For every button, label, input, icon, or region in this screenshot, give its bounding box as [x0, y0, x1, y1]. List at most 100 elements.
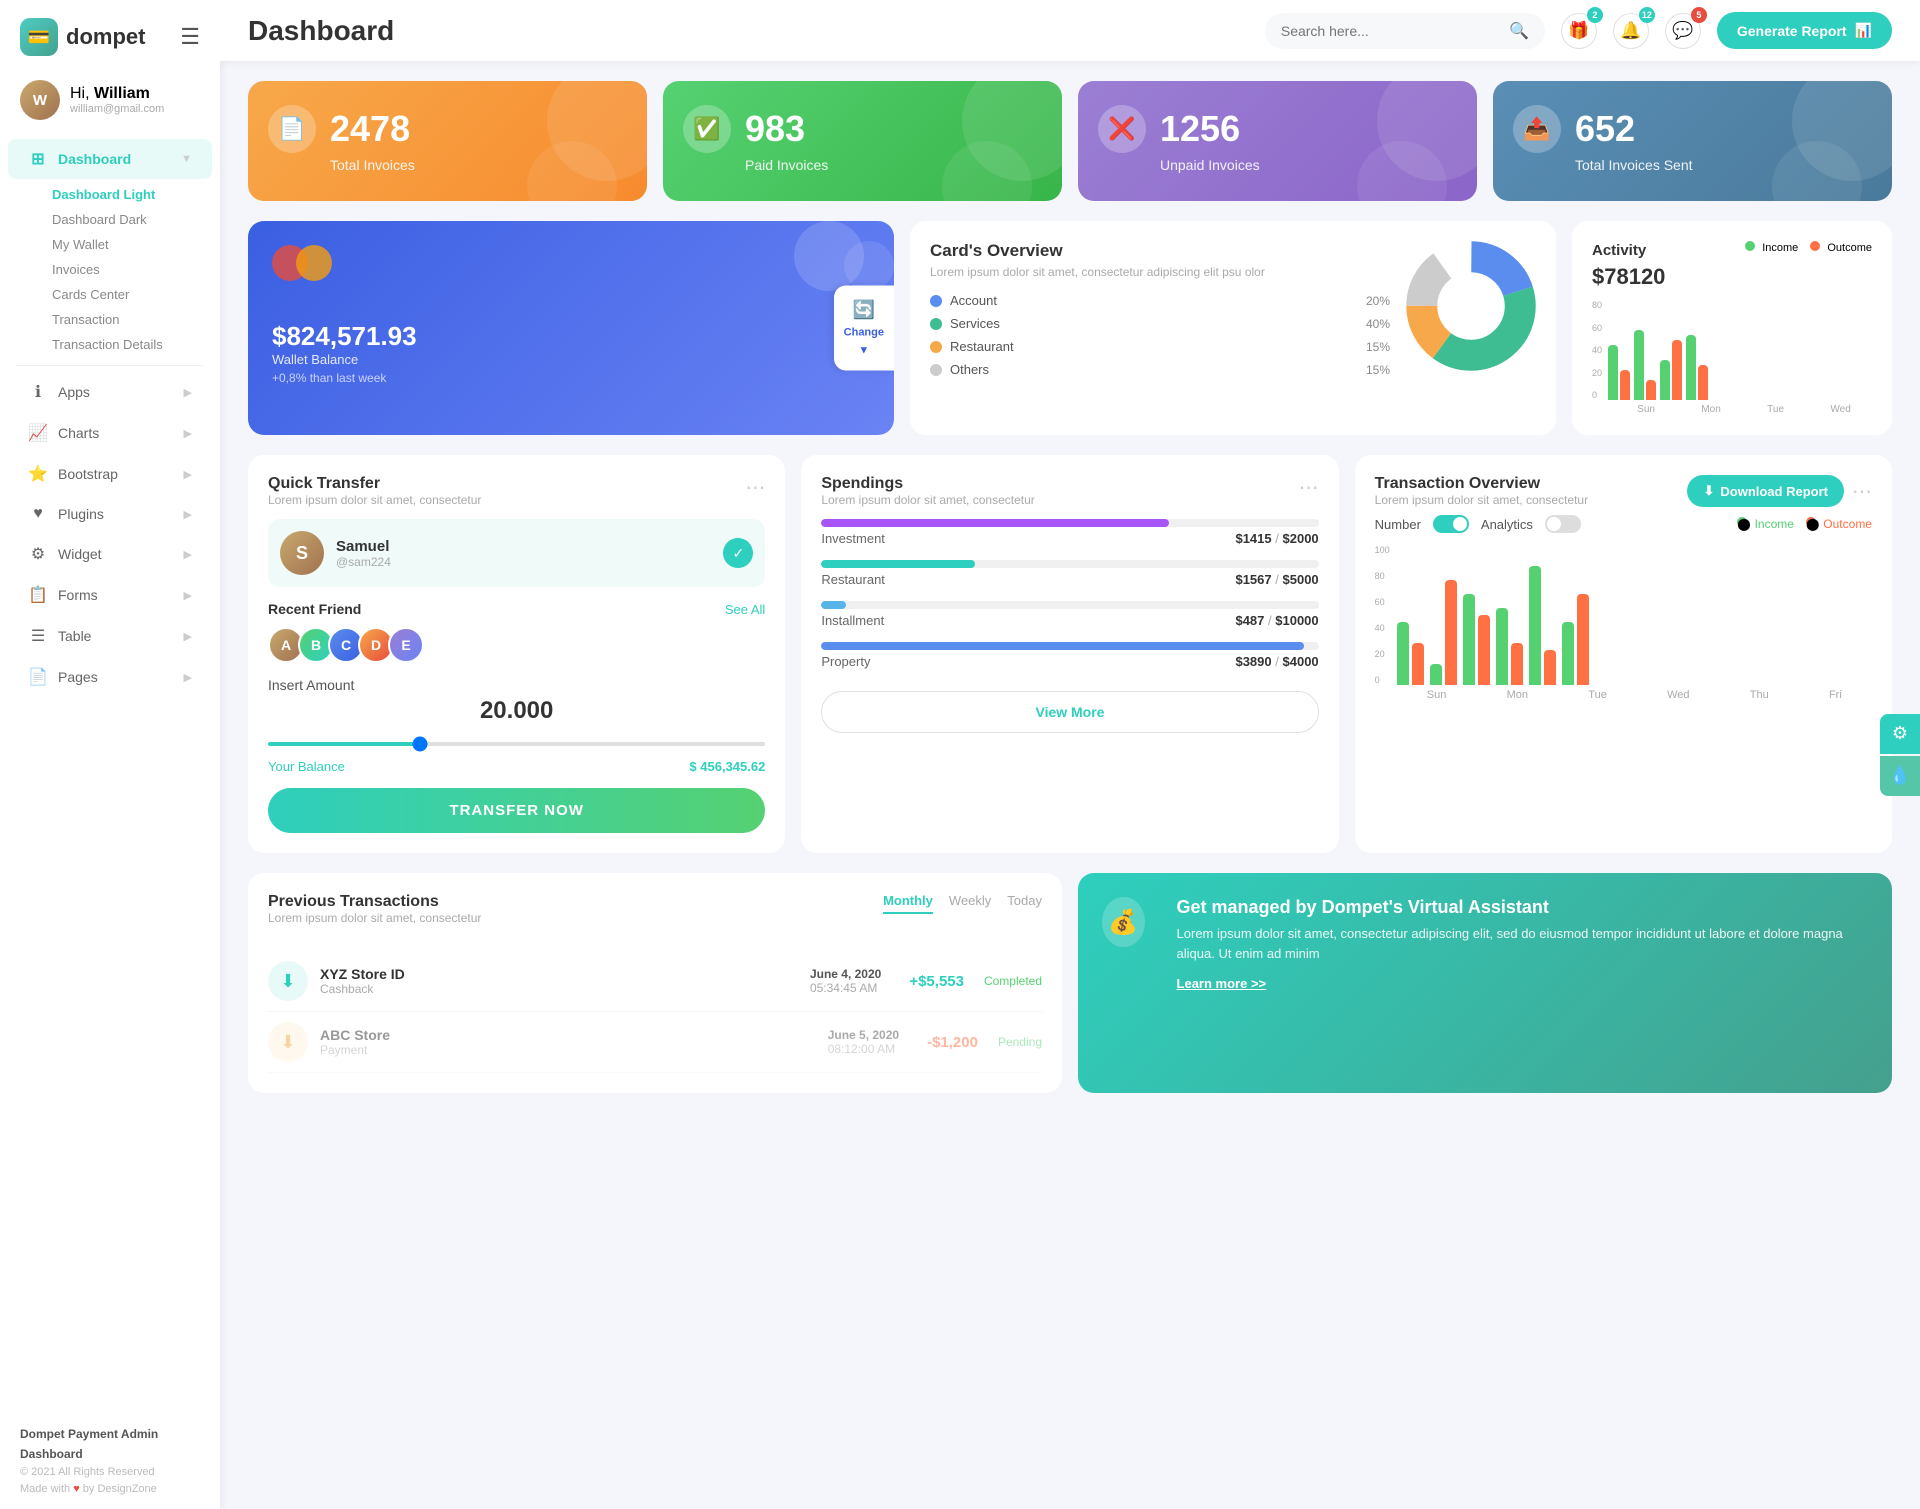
message-notification[interactable]: 💬 5 — [1665, 13, 1701, 49]
sidebar-item-plugins[interactable]: ♥ Plugins ▶ — [8, 495, 212, 533]
change-button[interactable]: 🔄 Change ▼ — [834, 286, 894, 371]
friend-avatar-5: E — [388, 627, 424, 663]
donut-svg — [1406, 241, 1536, 371]
va-icon: 💰 — [1102, 897, 1145, 947]
tx-row-icon-2: ⬇ — [268, 1022, 308, 1062]
bell-notification[interactable]: 🔔 12 — [1613, 13, 1649, 49]
transfer-now-button[interactable]: TRANSFER NOW — [268, 788, 765, 833]
va-content: Get managed by Dompet's Virtual Assistan… — [1177, 897, 1868, 993]
tx-row-icon: ⬇ — [268, 961, 308, 1001]
search-input[interactable] — [1281, 23, 1501, 39]
sent-invoices-icon: 📤 — [1513, 105, 1561, 153]
restaurant-dot — [930, 341, 942, 353]
restaurant-progress — [821, 560, 975, 568]
outcome-bar-tx-tue — [1478, 615, 1490, 685]
sidebar-item-forms[interactable]: 📋 Forms ▶ — [8, 575, 212, 615]
quick-transfer-menu[interactable]: ⋯ — [745, 475, 765, 500]
tx-income-legend: ⬤ Income — [1737, 517, 1794, 531]
sidebar-item-table[interactable]: ☰ Table ▶ — [8, 616, 212, 656]
income-dot — [1745, 241, 1755, 251]
sidebar-sub-dashboard-dark[interactable]: Dashboard Dark — [40, 207, 220, 232]
recent-friends-label: Recent Friend — [268, 601, 361, 617]
property-label: Property — [821, 654, 870, 669]
sidebar-item-widget[interactable]: ⚙ Widget ▶ — [8, 534, 212, 574]
sidebar-item-widget-label: Widget — [58, 546, 102, 562]
sidebar-sub-cards-center[interactable]: Cards Center — [40, 282, 220, 307]
sidebar-sub-invoices[interactable]: Invoices — [40, 257, 220, 282]
number-toggle[interactable] — [1433, 515, 1469, 533]
user-info: Hi, William william@gmail.com — [70, 85, 164, 115]
main-content: Dashboard 🔍 🎁 2 🔔 12 💬 5 Generate Report… — [220, 0, 1920, 1509]
sidebar-item-apps[interactable]: ℹ Apps ▶ — [8, 372, 212, 412]
view-more-button[interactable]: View More — [821, 691, 1318, 733]
pt-tabs: Monthly Weekly Today — [883, 893, 1042, 914]
income-bar-tx-fri — [1562, 622, 1574, 685]
download-report-label: Download Report — [1720, 484, 1828, 499]
sidebar-sub-transaction[interactable]: Transaction — [40, 307, 220, 332]
chart-icon: 📊 — [1855, 22, 1872, 39]
pt-header: Previous Transactions Lorem ipsum dolor … — [268, 893, 1042, 937]
unpaid-invoices-label: Unpaid Invoices — [1160, 157, 1457, 173]
sidebar-item-charts[interactable]: 📈 Charts ▶ — [8, 413, 212, 453]
bell-badge: 12 — [1639, 7, 1655, 23]
sidebar-item-bootstrap[interactable]: ⭐ Bootstrap ▶ — [8, 454, 212, 494]
sidebar-sub-transaction-details[interactable]: Transaction Details — [40, 332, 220, 357]
tx-row-status-2: Pending — [998, 1035, 1042, 1049]
see-all-link[interactable]: See All — [725, 602, 765, 617]
card-widget: $824,571.93 Wallet Balance +0,8% than la… — [248, 221, 894, 435]
water-panel-button[interactable]: 💧 — [1880, 756, 1920, 796]
footer-brand: Dompet Payment Admin Dashboard — [20, 1425, 200, 1463]
hamburger-icon[interactable]: ☰ — [180, 24, 200, 50]
outcome-bar-wed — [1698, 365, 1708, 400]
outcome-bar-mon — [1646, 380, 1656, 400]
bottom-row: Quick Transfer Lorem ipsum dolor sit ame… — [248, 455, 1892, 853]
tab-weekly[interactable]: Weekly — [949, 893, 991, 914]
activity-chart: 0 20 40 60 80 — [1592, 300, 1872, 415]
settings-panel-button[interactable]: ⚙ — [1880, 714, 1920, 754]
table-row: ⬇ ABC Store Payment June 5, 2020 08:12:0… — [268, 1012, 1042, 1073]
chevron-right-icon: ▶ — [184, 468, 192, 481]
contact-card[interactable]: S Samuel @sam224 ✓ — [268, 519, 765, 587]
tx-outcome-dot: ⬤ — [1806, 517, 1816, 527]
balance-value: $ 456,345.62 — [689, 759, 765, 774]
chevron-down-icon: ▼ — [858, 345, 869, 357]
sidebar-sub-my-wallet[interactable]: My Wallet — [40, 232, 220, 257]
sidebar-logo: 💳 dompet ☰ — [0, 0, 220, 68]
insert-amount-label: Insert Amount — [268, 677, 765, 693]
activity-title: Activity — [1592, 242, 1646, 259]
search-icon: 🔍 — [1509, 21, 1529, 41]
va-learn-more-link[interactable]: Learn more >> — [1177, 976, 1267, 991]
sidebar-item-pages[interactable]: 📄 Pages ▶ — [8, 657, 212, 697]
chevron-right-icon: ▶ — [184, 548, 192, 561]
gift-notification[interactable]: 🎁 2 — [1561, 13, 1597, 49]
activity-legend: Income Outcome — [1745, 241, 1872, 254]
tx-income-dot: ⬤ — [1737, 517, 1747, 527]
tab-today[interactable]: Today — [1007, 893, 1042, 914]
tx-overview-menu[interactable]: ⋯ — [1852, 479, 1872, 504]
forms-icon: 📋 — [28, 585, 48, 605]
tab-monthly[interactable]: Monthly — [883, 893, 933, 914]
bar-group-tx-wed — [1496, 608, 1523, 685]
bar-group-tx-mon — [1430, 580, 1457, 685]
investment-amount: $1415 / $2000 — [1235, 531, 1318, 546]
analytics-toggle[interactable] — [1545, 515, 1581, 533]
sidebar-item-dashboard[interactable]: ⊞ Dashboard ▼ — [8, 139, 212, 179]
generate-report-button[interactable]: Generate Report 📊 — [1717, 12, 1892, 49]
spendings-menu[interactable]: ⋯ — [1299, 475, 1319, 500]
card-overview-desc: Lorem ipsum dolor sit amet, consectetur … — [930, 265, 1390, 279]
apps-icon: ℹ — [28, 382, 48, 402]
chevron-right-icon: ▶ — [184, 589, 192, 602]
investment-progress — [821, 519, 1169, 527]
tx-legend: ⬤ Income ⬤ Outcome — [1737, 517, 1872, 531]
income-bar-tx-thu — [1529, 566, 1541, 685]
download-report-button[interactable]: ⬇ Download Report — [1687, 475, 1844, 507]
table-icon: ☰ — [28, 626, 48, 646]
sent-invoices-label: Total Invoices Sent — [1575, 157, 1872, 173]
income-legend: Income — [1745, 241, 1798, 254]
spending-restaurant: Restaurant $1567 / $5000 — [821, 560, 1318, 587]
search-box[interactable]: 🔍 — [1265, 13, 1545, 49]
activity-amount: $78120 — [1592, 264, 1872, 290]
amount-slider[interactable] — [268, 742, 765, 746]
sidebar-sub-dashboard-light[interactable]: Dashboard Light — [40, 182, 220, 207]
droplet-icon: 💧 — [1889, 765, 1911, 786]
